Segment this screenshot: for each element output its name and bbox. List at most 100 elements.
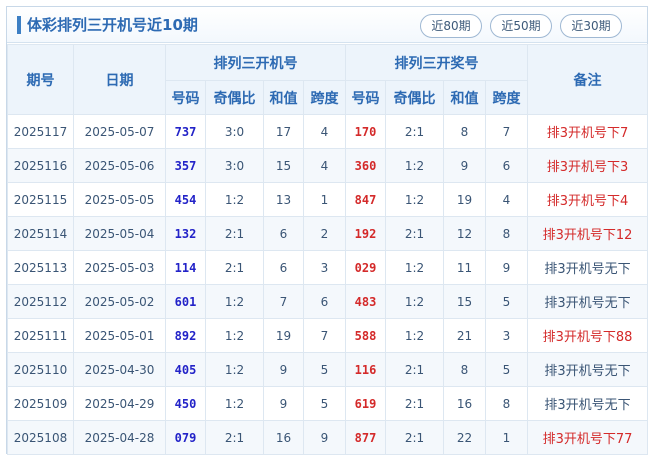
table-row: 2025114 2025-05-04 132 2:1 6 2 192 2:1 12 8 排3开机号下…: [7, 216, 648, 251]
note-cell: 排3开机号无下: [527, 386, 648, 421]
header-kaiji-number: 号码: [165, 80, 206, 115]
kaiji-sum-cell: 9: [263, 352, 304, 387]
table-row: 2025108 2025-04-28 079 2:1 16 9 877 2:1 22 1 排3开机号…: [7, 420, 648, 455]
kaiji-sum-cell: 17: [263, 114, 304, 149]
kaiji-span-cell: 4: [303, 148, 346, 183]
kaijiang-number-cell: 116: [345, 352, 386, 387]
kaiji-number-cell: 114: [165, 250, 206, 285]
note-cell: 排3开机号无下: [527, 352, 648, 387]
kaijiang-sum-cell: 12: [443, 216, 486, 251]
kaijiang-odd-even-cell: 1:2: [385, 148, 444, 183]
header-kaiji-group: 排列三开机号: [165, 44, 346, 81]
kaiji-sum-cell: 13: [263, 182, 304, 217]
kaijiang-sum-cell: 9: [443, 148, 486, 183]
kaijiang-span-cell: 5: [485, 284, 528, 319]
kaijiang-number-cell: 847: [345, 182, 386, 217]
period-cell: 2025115: [7, 182, 74, 217]
header-kaijiang-number: 号码: [345, 80, 386, 115]
kaiji-sum-cell: 7: [263, 284, 304, 319]
recent-30-button[interactable]: 近30期: [560, 14, 622, 38]
kaiji-span-cell: 5: [303, 386, 346, 421]
note-cell: 排3开机号下88: [527, 318, 648, 353]
period-cell: 2025116: [7, 148, 74, 183]
kaijiang-sum-cell: 8: [443, 114, 486, 149]
kaiji-number-cell: 454: [165, 182, 206, 217]
date-cell: 2025-05-02: [73, 284, 166, 319]
note-cell: 排3开机号下12: [527, 216, 648, 251]
kaijiang-sum-cell: 8: [443, 352, 486, 387]
kaiji-span-cell: 5: [303, 352, 346, 387]
kaijiang-number-cell: 877: [345, 420, 386, 455]
kaiji-odd-even-cell: 1:2: [205, 284, 264, 319]
kaijiang-odd-even-cell: 1:2: [385, 318, 444, 353]
note-cell: 排3开机号无下: [527, 284, 648, 319]
kaijiang-odd-even-cell: 2:1: [385, 114, 444, 149]
kaijiang-odd-even-cell: 2:1: [385, 386, 444, 421]
header-kaiji-span: 跨度: [303, 80, 346, 115]
date-cell: 2025-04-29: [73, 386, 166, 421]
period-cell: 2025114: [7, 216, 74, 251]
kaiji-number-cell: 450: [165, 386, 206, 421]
kaijiang-number-cell: 360: [345, 148, 386, 183]
kaijiang-number-cell: 483: [345, 284, 386, 319]
header-date: 日期: [73, 44, 166, 115]
date-cell: 2025-05-01: [73, 318, 166, 353]
kaiji-sum-cell: 6: [263, 250, 304, 285]
kaijiang-number-cell: 619: [345, 386, 386, 421]
table-row: 2025117 2025-05-07 737 3:0 17 4 170 2:1 8 7 排3开机号下…: [7, 114, 648, 149]
kaijiang-span-cell: 3: [485, 318, 528, 353]
kaiji-number-cell: 601: [165, 284, 206, 319]
header-period: 期号: [7, 44, 74, 115]
table-row: 2025110 2025-04-30 405 1:2 9 5 116 2:1 8 5 排3开机号无下: [7, 352, 648, 387]
table-row: 2025111 2025-05-01 892 1:2 19 7 588 1:2 21 3 排3开机号…: [7, 318, 648, 353]
table-row: 2025109 2025-04-29 450 1:2 9 5 619 2:1 16 8 排3开机号无…: [7, 386, 648, 421]
table-row: 2025113 2025-05-03 114 2:1 6 3 029 1:2 11 9 排3开机号无…: [7, 250, 648, 285]
kaiji-odd-even-cell: 1:2: [205, 318, 264, 353]
kaijiang-span-cell: 7: [485, 114, 528, 149]
kaijiang-span-cell: 6: [485, 148, 528, 183]
header-kaiji-odd-even: 奇偶比: [205, 80, 264, 115]
note-cell: 排3开机号下4: [527, 182, 648, 217]
note-cell: 排3开机号下3: [527, 148, 648, 183]
period-cell: 2025110: [7, 352, 74, 387]
kaijiang-odd-even-cell: 2:1: [385, 352, 444, 387]
header-kaijiang-sum: 和值: [443, 80, 486, 115]
date-cell: 2025-05-03: [73, 250, 166, 285]
kaijiang-odd-even-cell: 2:1: [385, 216, 444, 251]
date-cell: 2025-05-05: [73, 182, 166, 217]
date-cell: 2025-05-04: [73, 216, 166, 251]
kaijiang-sum-cell: 16: [443, 386, 486, 421]
lottery-panel: 体彩排列三开机号近10期 近80期 近50期 近30期 期号 日期 排列三开机号…: [6, 6, 648, 455]
period-cell: 2025112: [7, 284, 74, 319]
period-cell: 2025108: [7, 420, 74, 455]
period-cell: 2025111: [7, 318, 74, 353]
title-accent-bar: [17, 16, 21, 34]
date-cell: 2025-04-30: [73, 352, 166, 387]
recent-50-button[interactable]: 近50期: [490, 14, 552, 38]
kaiji-odd-even-cell: 2:1: [205, 216, 264, 251]
table-row: 2025112 2025-05-02 601 1:2 7 6 483 1:2 15 5 排3开机号无…: [7, 284, 648, 319]
kaiji-odd-even-cell: 3:0: [205, 114, 264, 149]
kaijiang-number-cell: 170: [345, 114, 386, 149]
header-kaijiang-group: 排列三开奖号: [345, 44, 528, 81]
kaijiang-span-cell: 9: [485, 250, 528, 285]
kaijiang-sum-cell: 15: [443, 284, 486, 319]
results-table: 期号 日期 排列三开机号 排列三开奖号 备注 号码 奇偶比 和值 跨度 号码 奇…: [7, 44, 648, 455]
kaiji-number-cell: 892: [165, 318, 206, 353]
panel-header: 体彩排列三开机号近10期 近80期 近50期 近30期: [7, 7, 647, 43]
kaiji-odd-even-cell: 1:2: [205, 386, 264, 421]
kaiji-number-cell: 079: [165, 420, 206, 455]
kaijiang-sum-cell: 22: [443, 420, 486, 455]
kaiji-sum-cell: 9: [263, 386, 304, 421]
kaijiang-odd-even-cell: 1:2: [385, 250, 444, 285]
kaijiang-sum-cell: 11: [443, 250, 486, 285]
kaiji-odd-even-cell: 1:2: [205, 182, 264, 217]
kaijiang-span-cell: 8: [485, 386, 528, 421]
recent-80-button[interactable]: 近80期: [420, 14, 482, 38]
date-cell: 2025-05-06: [73, 148, 166, 183]
kaijiang-number-cell: 029: [345, 250, 386, 285]
kaiji-span-cell: 6: [303, 284, 346, 319]
date-cell: 2025-05-07: [73, 114, 166, 149]
page-title: 体彩排列三开机号近10期: [27, 16, 198, 34]
table-row: 2025115 2025-05-05 454 1:2 13 1 847 1:2 19 4 排3开机号…: [7, 182, 648, 217]
